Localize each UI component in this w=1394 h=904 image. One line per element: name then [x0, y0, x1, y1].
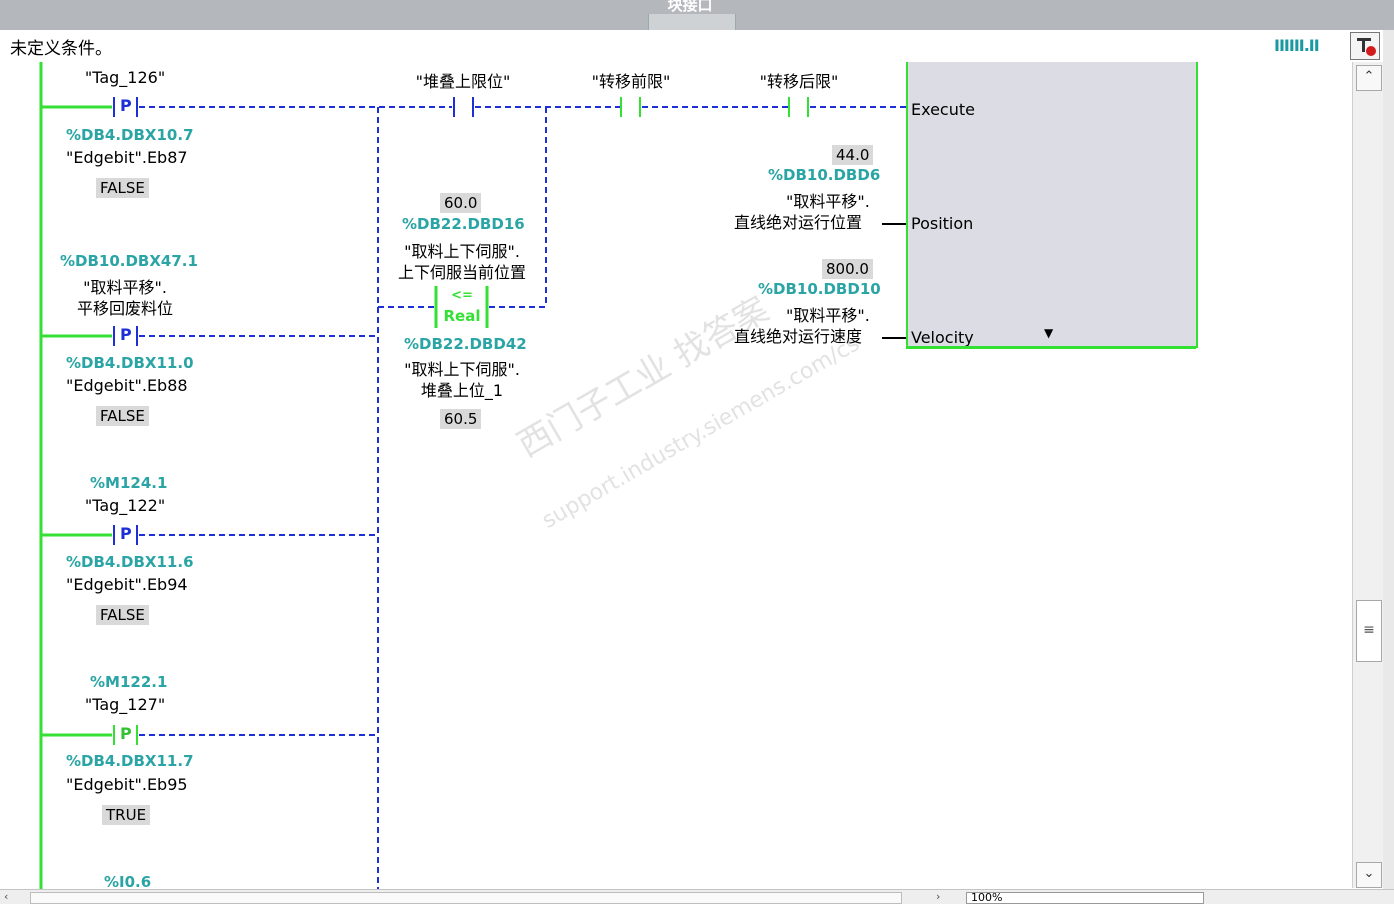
- contact-p-1[interactable]: P: [120, 96, 132, 115]
- scroll-right-icon[interactable]: ›: [936, 890, 940, 903]
- contact-2-edge-tag: "Edgebit".Eb88: [66, 376, 188, 395]
- contact-1-edge-address: %DB4.DBX10.7: [66, 126, 194, 144]
- compare-operator[interactable]: <=: [438, 288, 486, 303]
- position-tag-line2: 直线绝对运行位置: [734, 213, 863, 232]
- contact-3-address: %M124.1: [90, 474, 168, 492]
- vertical-scrollbar[interactable]: ⌃ ≡ ⌄: [1352, 62, 1383, 888]
- scroll-down-icon[interactable]: ⌄: [1356, 862, 1382, 888]
- contact-4-edge-address: %DB4.DBX11.7: [66, 752, 194, 770]
- block-position-pin: Position: [911, 214, 974, 233]
- contact-stack-upper-tag[interactable]: "堆叠上限位": [398, 68, 528, 92]
- contact-p-3[interactable]: P: [120, 524, 132, 543]
- contact-3-edge-tag: "Edgebit".Eb94: [66, 575, 188, 594]
- contact-3-state: FALSE: [96, 605, 149, 625]
- contact-1-edge-tag: "Edgebit".Eb87: [66, 148, 188, 167]
- block-velocity-pin: Velocity: [911, 328, 974, 347]
- block-execute-pin: Execute: [911, 100, 975, 119]
- side-panel-edge: [1383, 30, 1394, 903]
- contact-3-edge-address: %DB4.DBX11.6: [66, 553, 194, 571]
- contact-2-tag-line2: 平移回废料位: [76, 299, 173, 318]
- contact-4-tag: "Tag_127": [84, 695, 166, 714]
- position-value: 44.0: [832, 145, 874, 165]
- compare-in2-value: 60.5: [440, 409, 482, 429]
- contact-p-4[interactable]: P: [120, 724, 132, 743]
- compare-in2-address: %DB22.DBD42: [404, 335, 527, 353]
- contact-4-state: TRUE: [102, 805, 151, 825]
- contact-2-state: FALSE: [96, 406, 149, 426]
- zoom-select[interactable]: 100%: [966, 892, 1204, 904]
- contact-1-tag[interactable]: "Tag_126": [70, 68, 180, 87]
- block-expand-icon[interactable]: ▼: [1044, 326, 1053, 340]
- contact-move-front-tag[interactable]: "转移前限": [566, 68, 696, 92]
- contact-2-edge-address: %DB4.DBX11.0: [66, 354, 194, 372]
- compare-in1-address: %DB22.DBD16: [402, 215, 525, 233]
- position-address: %DB10.DBD6: [768, 166, 881, 184]
- compare-in1-tag-line2: 上下伺服当前位置: [397, 263, 526, 282]
- contact-move-back-tag[interactable]: "转移后限": [734, 68, 864, 92]
- scroll-thumb[interactable]: ≡: [1356, 600, 1382, 662]
- scroll-up-icon[interactable]: ⌃: [1356, 65, 1382, 91]
- horizontal-scrollbar[interactable]: [30, 892, 902, 904]
- compare-in1-value: 60.0: [440, 193, 482, 213]
- contact-2-address: %DB10.DBX47.1: [60, 252, 198, 270]
- velocity-address: %DB10.DBD10: [758, 280, 881, 298]
- compare-type[interactable]: Real: [438, 307, 486, 325]
- contact-4-address: %M122.1: [90, 673, 168, 691]
- contact-4-edge-tag: "Edgebit".Eb95: [66, 775, 188, 794]
- contact-1-state: FALSE: [96, 178, 149, 198]
- compare-in2-tag-line2: 堆叠上位_1: [420, 381, 504, 400]
- block-bottom-edge: [906, 346, 1196, 349]
- contact-p-2[interactable]: P: [120, 325, 132, 344]
- velocity-value: 800.0: [822, 259, 873, 279]
- bottom-toolbar: ‹ › 100%: [0, 889, 1394, 904]
- scroll-left-icon[interactable]: ‹: [4, 890, 8, 903]
- contact-3-tag: "Tag_122": [84, 496, 166, 515]
